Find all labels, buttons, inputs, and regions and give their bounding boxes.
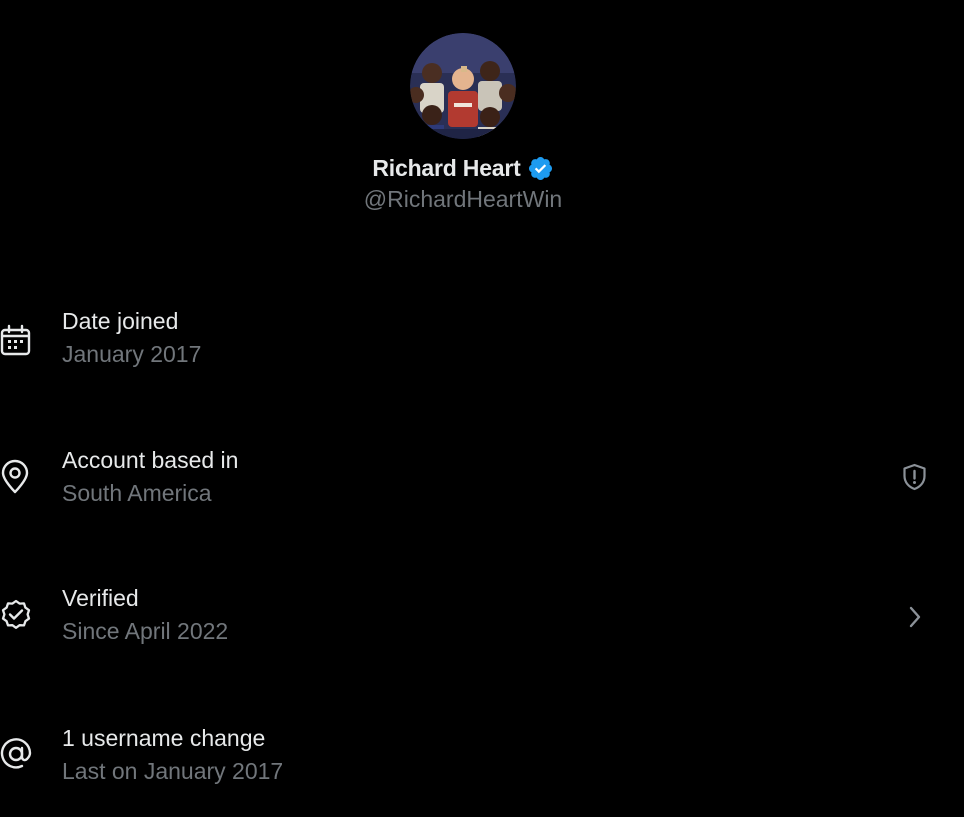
row-text: Verified Since April 2022: [62, 583, 228, 646]
row-title: Verified: [62, 585, 139, 611]
avatar[interactable]: [410, 33, 516, 139]
row-text: Account based in South America: [62, 445, 238, 508]
row-account-based-in: Account based in South America: [0, 445, 964, 515]
display-name: Richard Heart: [372, 154, 521, 181]
row-date-joined: Date joined January 2017: [0, 306, 964, 376]
row-subtitle: Since April 2022: [62, 618, 229, 644]
row-text: 1 username change Last on January 2017: [62, 723, 283, 786]
calendar-icon: [0, 324, 31, 356]
chevron-right-icon[interactable]: [907, 605, 923, 629]
row-subtitle: South America: [62, 480, 212, 506]
profile-header: Richard Heart @RichardHeartWin: [0, 33, 926, 213]
handle[interactable]: @RichardHeartWin: [364, 186, 562, 213]
row-subtitle: Last on January 2017: [62, 758, 284, 784]
row-title: Date joined: [62, 308, 179, 334]
at-sign-icon: [0, 738, 32, 769]
row-title: 1 username change: [62, 725, 266, 751]
verified-check-icon: [1, 599, 31, 629]
row-title: Account based in: [62, 447, 239, 473]
shield-alert-icon[interactable]: [902, 463, 927, 491]
name-row: Richard Heart: [372, 152, 553, 184]
row-text: Date joined January 2017: [62, 306, 201, 369]
location-pin-icon: [1, 459, 29, 494]
verified-badge-icon: [528, 156, 552, 180]
row-verified[interactable]: Verified Since April 2022: [0, 583, 964, 653]
row-subtitle: January 2017: [62, 341, 202, 367]
row-username-change: 1 username change Last on January 2017: [0, 723, 964, 793]
